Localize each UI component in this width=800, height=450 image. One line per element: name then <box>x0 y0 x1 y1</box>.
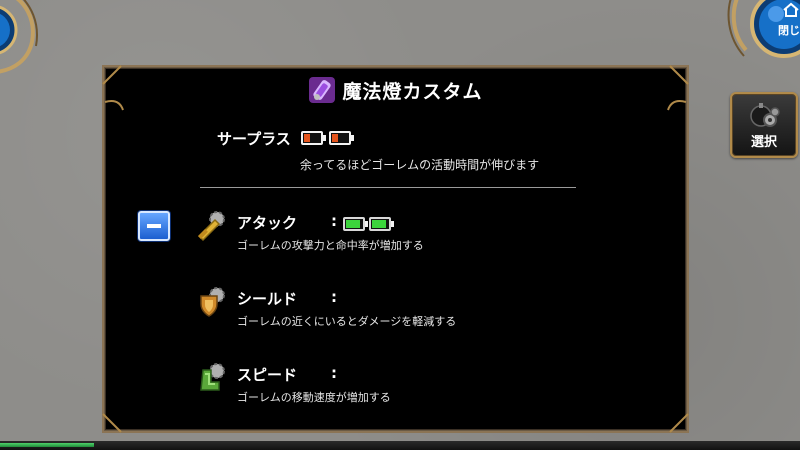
panel-title: 魔法燈カスタム <box>342 80 483 103</box>
bottom-gauge <box>0 441 800 450</box>
magic-lamp-custom-panel: 魔法燈カスタム サープラス 余ってるほどゴーレムの活動時間が伸びます アタック … <box>102 65 689 433</box>
gear-bomb-icon <box>750 103 780 127</box>
stat-shield[interactable]: シールド : ゴーレムの近くにいるとダメージを軽減する <box>195 286 635 336</box>
stat-name: シールド <box>237 290 298 308</box>
sword-gear-icon <box>197 211 225 242</box>
stat-description: ゴーレムの攻撃力と命中率が増加する <box>237 239 424 252</box>
close-button[interactable]: 閉じ <box>726 0 800 78</box>
minus-icon <box>147 224 161 228</box>
crystal-lamp-icon <box>309 77 336 103</box>
select-button[interactable]: 選択 <box>730 92 798 158</box>
stat-batteries <box>343 217 394 231</box>
stat-colon: : <box>331 364 337 382</box>
menu-orb-icon[interactable] <box>0 0 42 74</box>
minus-button[interactable] <box>138 211 170 241</box>
boot-gear-icon <box>200 363 225 391</box>
stat-description: ゴーレムの移動速度が増加する <box>237 391 391 404</box>
panel-title-row: 魔法燈カスタム <box>105 72 686 108</box>
select-label: 選択 <box>750 135 777 150</box>
surplus-batteries <box>301 131 354 145</box>
battery-icon <box>301 131 326 145</box>
stat-speed[interactable]: スピード : ゴーレムの移動速度が増加する <box>195 362 635 412</box>
stat-description: ゴーレムの近くにいるとダメージを軽減する <box>237 315 457 328</box>
stat-colon: : <box>331 288 337 306</box>
home-icon <box>783 2 799 17</box>
close-label: 閉じ <box>778 24 800 37</box>
stat-attack[interactable]: アタック : ゴーレムの攻撃力と命中率が増加する <box>195 210 635 260</box>
divider <box>200 187 576 188</box>
surplus-label: サープラス <box>217 130 291 148</box>
gauge-fill <box>0 443 94 447</box>
shield-gear-icon <box>200 287 225 317</box>
battery-icon <box>329 131 354 145</box>
stat-name: アタック <box>237 214 298 232</box>
stat-name: スピード <box>237 366 298 384</box>
surplus-description: 余ってるほどゴーレムの活動時間が伸びます <box>299 158 540 172</box>
battery-icon <box>343 217 368 231</box>
battery-icon <box>369 217 394 231</box>
stat-colon: : <box>331 212 337 230</box>
